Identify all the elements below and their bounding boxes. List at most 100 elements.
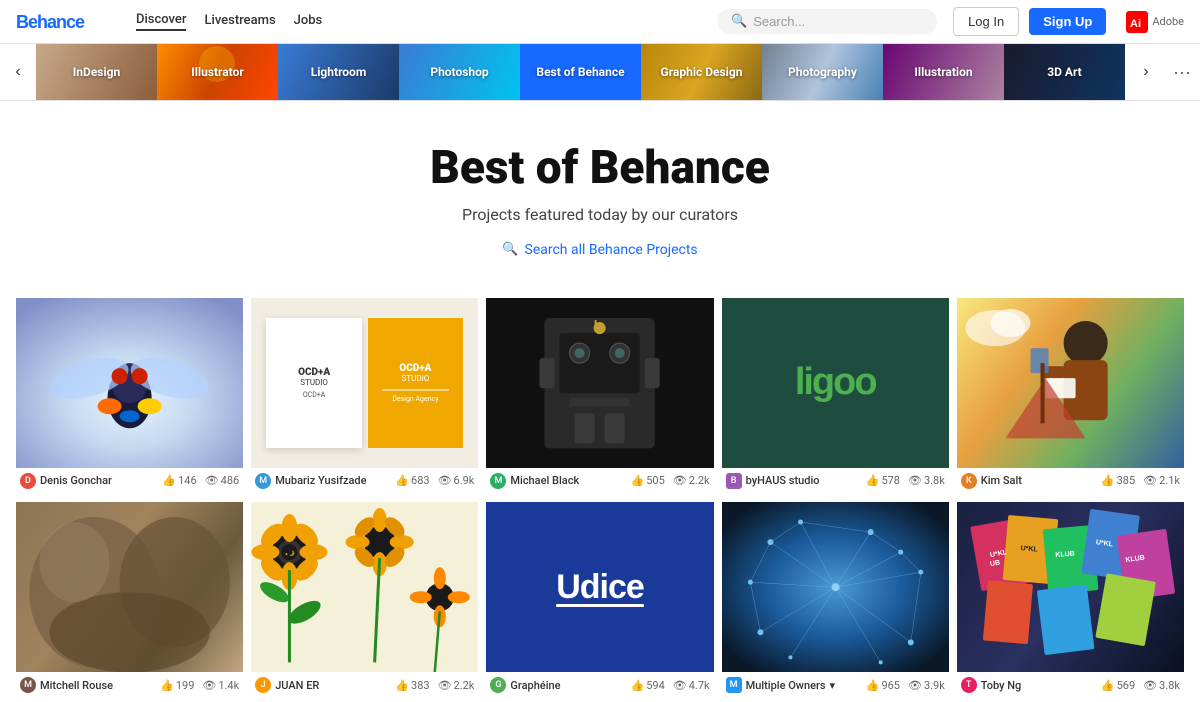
item-author-8: G Graphéine (490, 677, 560, 693)
likes-9: 👍 965 (866, 679, 900, 692)
cat-prev-button[interactable]: ‹ (0, 44, 36, 100)
cat-next-button[interactable]: › (1128, 44, 1164, 100)
cat-indesign-label: InDesign (36, 44, 157, 100)
item-meta-10: T Toby Ng 👍 569 👁 3.8k (957, 672, 1184, 698)
cat-more-button[interactable]: ··· (1164, 44, 1200, 100)
item-author-3: M Michael Black (490, 473, 579, 489)
cat-photoshop-label: Photoshop (399, 44, 520, 100)
cat-3dart[interactable]: 3D Art (1004, 44, 1125, 100)
item-stats-4: 👍 578 👁 3.8k (866, 474, 945, 487)
cat-best-label: Best of Behance (520, 44, 641, 100)
item-meta-5: K Kim Salt 👍 385 👁 2.1k (957, 468, 1184, 494)
behance-logo[interactable]: Behance (16, 11, 116, 33)
cat-illustration-label: Illustration (883, 44, 1004, 100)
likes-5: 👍 385 (1101, 474, 1135, 487)
views-9: 👁 3.9k (908, 679, 945, 692)
author-avatar-1: D (20, 473, 36, 489)
search-input[interactable] (753, 14, 923, 29)
signup-button[interactable]: Sign Up (1029, 8, 1106, 35)
nav-discover[interactable]: Discover (136, 12, 186, 31)
likes-4: 👍 578 (866, 474, 900, 487)
gallery-grid: D Denis Gonchar 👍 146 👁 486 OCD+A STU (0, 278, 1200, 702)
item-meta-7: J JUAN ER 👍 383 👁 2.2k (251, 672, 478, 698)
gallery-item-9[interactable]: M Multiple Owners ▾ 👍 965 👁 3.9k (722, 502, 949, 698)
item-stats-1: 👍 146 👁 486 (162, 474, 239, 487)
cat-graphic-design[interactable]: Graphic Design (641, 44, 762, 100)
hero-title: Best of Behance (20, 141, 1180, 195)
likes-2: 👍 683 (395, 474, 429, 487)
item-author-7: J JUAN ER (255, 677, 319, 693)
likes-6: 👍 199 (160, 679, 194, 692)
nav-livestreams[interactable]: Livestreams (204, 13, 275, 30)
cat-illustrator-label: Illustrator (157, 44, 278, 100)
gallery-item-3[interactable]: M Michael Black 👍 505 👁 2.2k (486, 298, 713, 494)
cat-photoshop[interactable]: Photoshop (399, 44, 520, 100)
adobe-logo: Ai Adobe (1126, 11, 1184, 33)
cat-illustrator[interactable]: Illustrator (157, 44, 278, 100)
hero-search-label: Search all Behance Projects (525, 242, 698, 258)
views-7: 👁 2.2k (438, 679, 475, 692)
header: Behance Discover Livestreams Jobs 🔍 Log … (0, 0, 1200, 44)
search-icon: 🔍 (731, 14, 747, 29)
cat-photography[interactable]: Photography (762, 44, 883, 100)
views-4: 👁 3.8k (908, 474, 945, 487)
item-author-6: M Mitchell Rouse (20, 677, 113, 693)
gallery-item-7[interactable]: J JUAN ER 👍 383 👁 2.2k (251, 502, 478, 698)
item-stats-2: 👍 683 👁 6.9k (395, 474, 474, 487)
gallery-item-1[interactable]: D Denis Gonchar 👍 146 👁 486 (16, 298, 243, 494)
gallery-item-8[interactable]: Udice G Graphéine 👍 594 👁 4.7k (486, 502, 713, 698)
cat-lightroom-label: Lightroom (278, 44, 399, 100)
views-2: 👁 6.9k (438, 474, 475, 487)
item-meta-1: D Denis Gonchar 👍 146 👁 486 (16, 468, 243, 494)
likes-1: 👍 146 (162, 474, 196, 487)
item-stats-3: 👍 505 👁 2.2k (631, 474, 710, 487)
item-author-10: T Toby Ng (961, 677, 1021, 693)
likes-8: 👍 594 (631, 679, 665, 692)
item-author-9: M Multiple Owners ▾ (726, 677, 835, 693)
item-stats-7: 👍 383 👁 2.2k (395, 679, 474, 692)
item-meta-6: M Mitchell Rouse 👍 199 👁 1.4k (16, 672, 243, 698)
views-8: 👁 4.7k (673, 679, 710, 692)
item-author-2: M Mubariz Yusifzade (255, 473, 366, 489)
cat-indesign[interactable]: InDesign (36, 44, 157, 100)
item-stats-6: 👍 199 👁 1.4k (160, 679, 239, 692)
views-1: 👁 486 (205, 474, 240, 487)
hero-search-link[interactable]: 🔍 Search all Behance Projects (502, 242, 697, 258)
category-list: InDesign Illustrator Lightroom (36, 44, 1128, 100)
item-meta-9: M Multiple Owners ▾ 👍 965 👁 3.9k (722, 672, 949, 698)
search-icon: 🔍 (502, 242, 518, 257)
gallery-item-2[interactable]: OCD+A STUDIO OCD+A OCD+A STUDIO Design A… (251, 298, 478, 494)
nav-jobs[interactable]: Jobs (294, 13, 323, 30)
cat-lightroom[interactable]: Lightroom (278, 44, 399, 100)
item-author-5: K Kim Salt (961, 473, 1022, 489)
author-avatar-7: J (255, 677, 271, 693)
author-avatar-10: T (961, 677, 977, 693)
views-5: 👁 2.1k (1143, 474, 1180, 487)
item-author-1: D Denis Gonchar (20, 473, 112, 489)
item-stats-9: 👍 965 👁 3.9k (866, 679, 945, 692)
item-stats-8: 👍 594 👁 4.7k (631, 679, 710, 692)
hero-subtitle: Projects featured today by our curators (20, 205, 1180, 224)
author-avatar-6: M (20, 677, 36, 693)
item-author-4: B byHAUS studio (726, 473, 820, 489)
gallery-item-6[interactable]: M Mitchell Rouse 👍 199 👁 1.4k (16, 502, 243, 698)
gallery-item-5[interactable]: K Kim Salt 👍 385 👁 2.1k (957, 298, 1184, 494)
gallery-item-10[interactable]: U*KL UB U*KL KLUB U*KL KLUB T Toby Ng 👍 … (957, 502, 1184, 698)
author-avatar-5: K (961, 473, 977, 489)
login-button[interactable]: Log In (953, 7, 1019, 36)
adobe-label: Adobe (1152, 15, 1184, 28)
views-10: 👁 3.8k (1143, 679, 1180, 692)
item-stats-5: 👍 385 👁 2.1k (1101, 474, 1180, 487)
item-meta-8: G Graphéine 👍 594 👁 4.7k (486, 672, 713, 698)
author-avatar-2: M (255, 473, 271, 489)
cat-best[interactable]: Best of Behance (520, 44, 641, 100)
author-avatar-9: M (726, 677, 742, 693)
likes-10: 👍 569 (1101, 679, 1135, 692)
likes-7: 👍 383 (395, 679, 429, 692)
cat-illustration[interactable]: Illustration (883, 44, 1004, 100)
search-bar[interactable]: 🔍 (717, 9, 937, 34)
header-actions: Log In Sign Up Ai Adobe (953, 7, 1184, 36)
svg-text:Ai: Ai (1130, 18, 1141, 30)
gallery-item-4[interactable]: ligoo B byHAUS studio 👍 578 👁 3.8k (722, 298, 949, 494)
svg-text:Behance: Behance (16, 12, 85, 32)
